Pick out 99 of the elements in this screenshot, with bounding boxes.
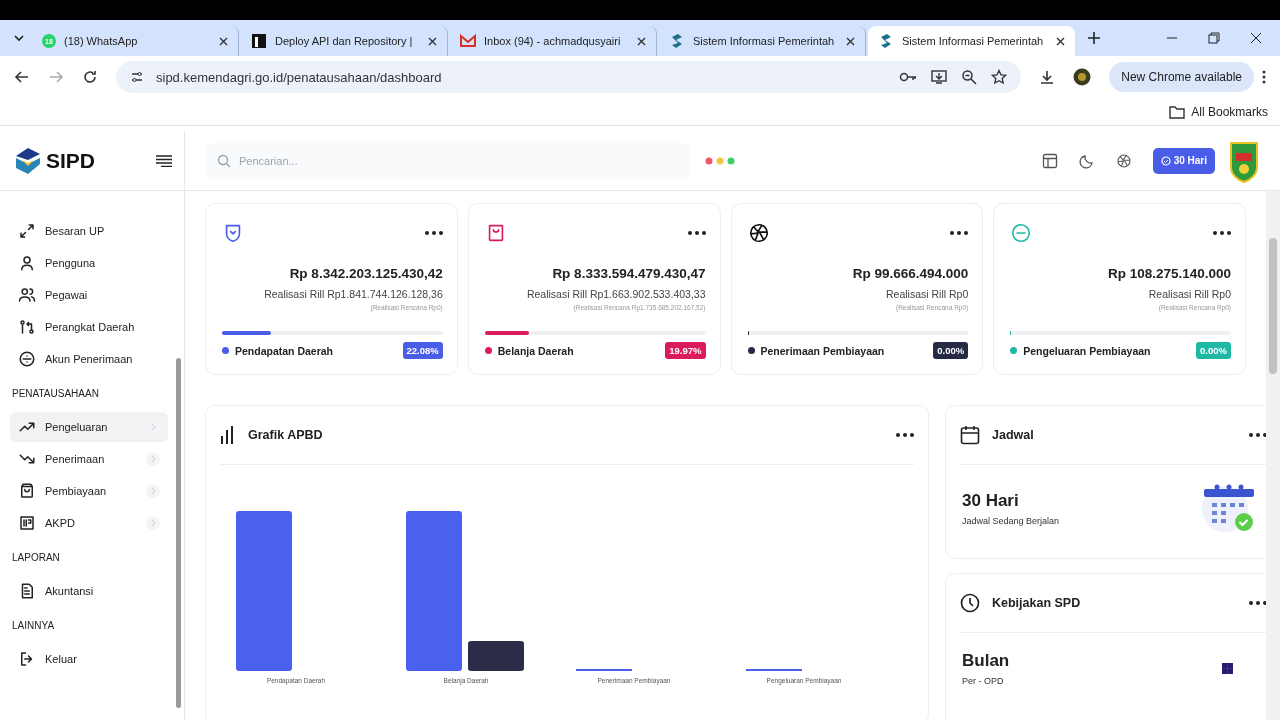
sidebar-item[interactable]: Pengguna (10, 248, 168, 278)
category-label: Belanja Daerah (497, 344, 575, 357)
sidebar-item[interactable]: Pengeluaran (10, 412, 168, 442)
close-icon[interactable] (1056, 36, 1065, 46)
schedule-caption: Jadwal Sedang Berjalan (962, 515, 1060, 526)
category-label: Penerimaan Pembiayaan (760, 344, 886, 357)
profile-avatar-icon[interactable] (1073, 68, 1092, 86)
menu-icon[interactable] (156, 154, 172, 167)
amount-value: Rp 8.342.203.125.430,42 (289, 266, 443, 281)
status-dots-icon (705, 156, 735, 165)
logo-icon (14, 145, 42, 176)
category-label: Pendapatan Daerah (235, 344, 335, 357)
grid-square-icon (1222, 663, 1233, 674)
folder-icon (1169, 104, 1186, 119)
percent-badge: 0.00% (933, 342, 969, 359)
sidebar-item[interactable]: Akun Penerimaan (10, 344, 168, 374)
policy-caption: Per - OPD (962, 676, 1005, 686)
more-icon[interactable] (1262, 70, 1266, 84)
address-bar[interactable]: sipd.kemendagri.go.id/penatausahaan/dashboard (116, 61, 1022, 93)
bookmarks-folder[interactable]: All Bookmarks (1169, 104, 1268, 119)
close-icon[interactable] (1250, 32, 1262, 44)
menu-item-icon (18, 350, 36, 368)
search-field[interactable]: Pencarian... (205, 142, 691, 179)
calendar-icon (960, 425, 980, 445)
amount-value: Rp 108.275.140.000 (1107, 266, 1231, 281)
browser-tab[interactable]: Deploy API dan Repository | (241, 26, 448, 56)
more-icon[interactable] (1249, 601, 1266, 605)
reload-icon[interactable] (82, 69, 98, 85)
more-icon[interactable] (1213, 231, 1231, 235)
sidebar-item[interactable]: Keluar (10, 644, 168, 674)
calendar-check-icon (1199, 483, 1257, 533)
back-icon[interactable] (14, 69, 30, 85)
category-label: Pengeluaran Pembiayaan (1023, 344, 1152, 357)
square-logo-icon (251, 33, 267, 49)
scrollbar-thumb[interactable] (176, 358, 181, 708)
menu-item-icon (18, 514, 36, 532)
bar-chart-icon (220, 426, 236, 444)
card-title: Jadwal (992, 428, 1034, 442)
update-button[interactable]: New Chrome available (1109, 62, 1254, 92)
more-icon[interactable] (424, 231, 443, 235)
search-icon (217, 153, 231, 168)
install-icon[interactable] (931, 69, 948, 85)
close-icon[interactable] (637, 36, 646, 46)
more-icon[interactable] (1249, 433, 1266, 437)
moon-icon[interactable] (1078, 152, 1095, 169)
layout-icon[interactable] (1041, 152, 1058, 169)
sidebar-item[interactable]: Pegawai (10, 280, 168, 310)
close-icon[interactable] (428, 36, 437, 46)
key-icon[interactable] (899, 70, 918, 84)
card-icon (747, 222, 770, 244)
menu-item-icon (18, 482, 36, 500)
sidebar-item[interactable]: Akuntansi (10, 576, 168, 606)
site-settings-icon[interactable] (130, 70, 144, 84)
star-icon[interactable] (991, 69, 1008, 85)
card-title: Grafik APBD (248, 428, 323, 442)
close-icon[interactable] (219, 36, 228, 46)
menu-item-icon (18, 222, 36, 240)
sidebar-item[interactable]: AKPD (10, 508, 168, 538)
browser-tab[interactable]: Inbox (94) - achmadqusyairi (450, 26, 657, 56)
menu-item-icon (18, 318, 36, 336)
more-icon[interactable] (896, 433, 914, 437)
card-title: Kebijakan SPD (992, 596, 1081, 610)
more-icon[interactable] (687, 231, 706, 235)
schedule-button[interactable]: 30 Hari (1152, 147, 1215, 174)
browser-tab[interactable]: Sistem Informasi Pemerintah (659, 26, 866, 56)
section-heading: LAINNYA (11, 619, 56, 633)
download-icon[interactable] (1039, 69, 1056, 85)
menu-item-icon (18, 286, 36, 304)
percent-badge: 22.08% (402, 342, 443, 359)
card-icon (1010, 222, 1033, 244)
logo-text: SIPD (46, 148, 95, 173)
sidebar-item[interactable]: Besaran UP (10, 216, 168, 246)
realisasi-text: Realisasi Rill Rp0 (1148, 288, 1231, 300)
amount-value: Rp 8.333.594.479.430,47 (552, 266, 706, 281)
zoom-icon[interactable] (961, 69, 978, 85)
sidebar-item[interactable]: Pembiayaan (10, 476, 168, 506)
sidebar-item[interactable]: Perangkat Daerah (10, 312, 168, 342)
percent-badge: 0.00% (1196, 342, 1231, 359)
schedule-value: 30 Hari (962, 490, 1020, 511)
realisasi-text: Realisasi Rill Rp0 (885, 288, 969, 300)
browser-tab[interactable]: Sistem Informasi Pemerintah (868, 26, 1075, 56)
restore-icon[interactable] (1208, 32, 1220, 44)
percent-badge: 19.97% (665, 342, 706, 359)
policy-value: Bulan (962, 651, 1010, 671)
clock-icon (960, 593, 980, 613)
menu-item-icon (18, 254, 36, 272)
realisasi-text: Realisasi Rill Rp1.841.744.126.128,36 (264, 288, 443, 300)
scrollbar-thumb[interactable] (1269, 238, 1277, 374)
aperture-icon[interactable] (1115, 152, 1132, 169)
sidebar-item[interactable]: Penerimaan (10, 444, 168, 474)
section-heading: PENATAUSAHAAN (11, 387, 100, 401)
amount-value: Rp 99.666.494.000 (852, 266, 969, 281)
close-icon[interactable] (846, 36, 855, 46)
section-heading: LAPORAN (11, 551, 61, 565)
realisasi-text: Realisasi Rill Rp1.663.902.533.403,33 (526, 288, 706, 300)
check-circle-icon (1160, 155, 1171, 166)
more-icon[interactable] (950, 231, 969, 235)
new-tab-icon[interactable] (1087, 31, 1101, 45)
mail-icon (460, 33, 476, 49)
